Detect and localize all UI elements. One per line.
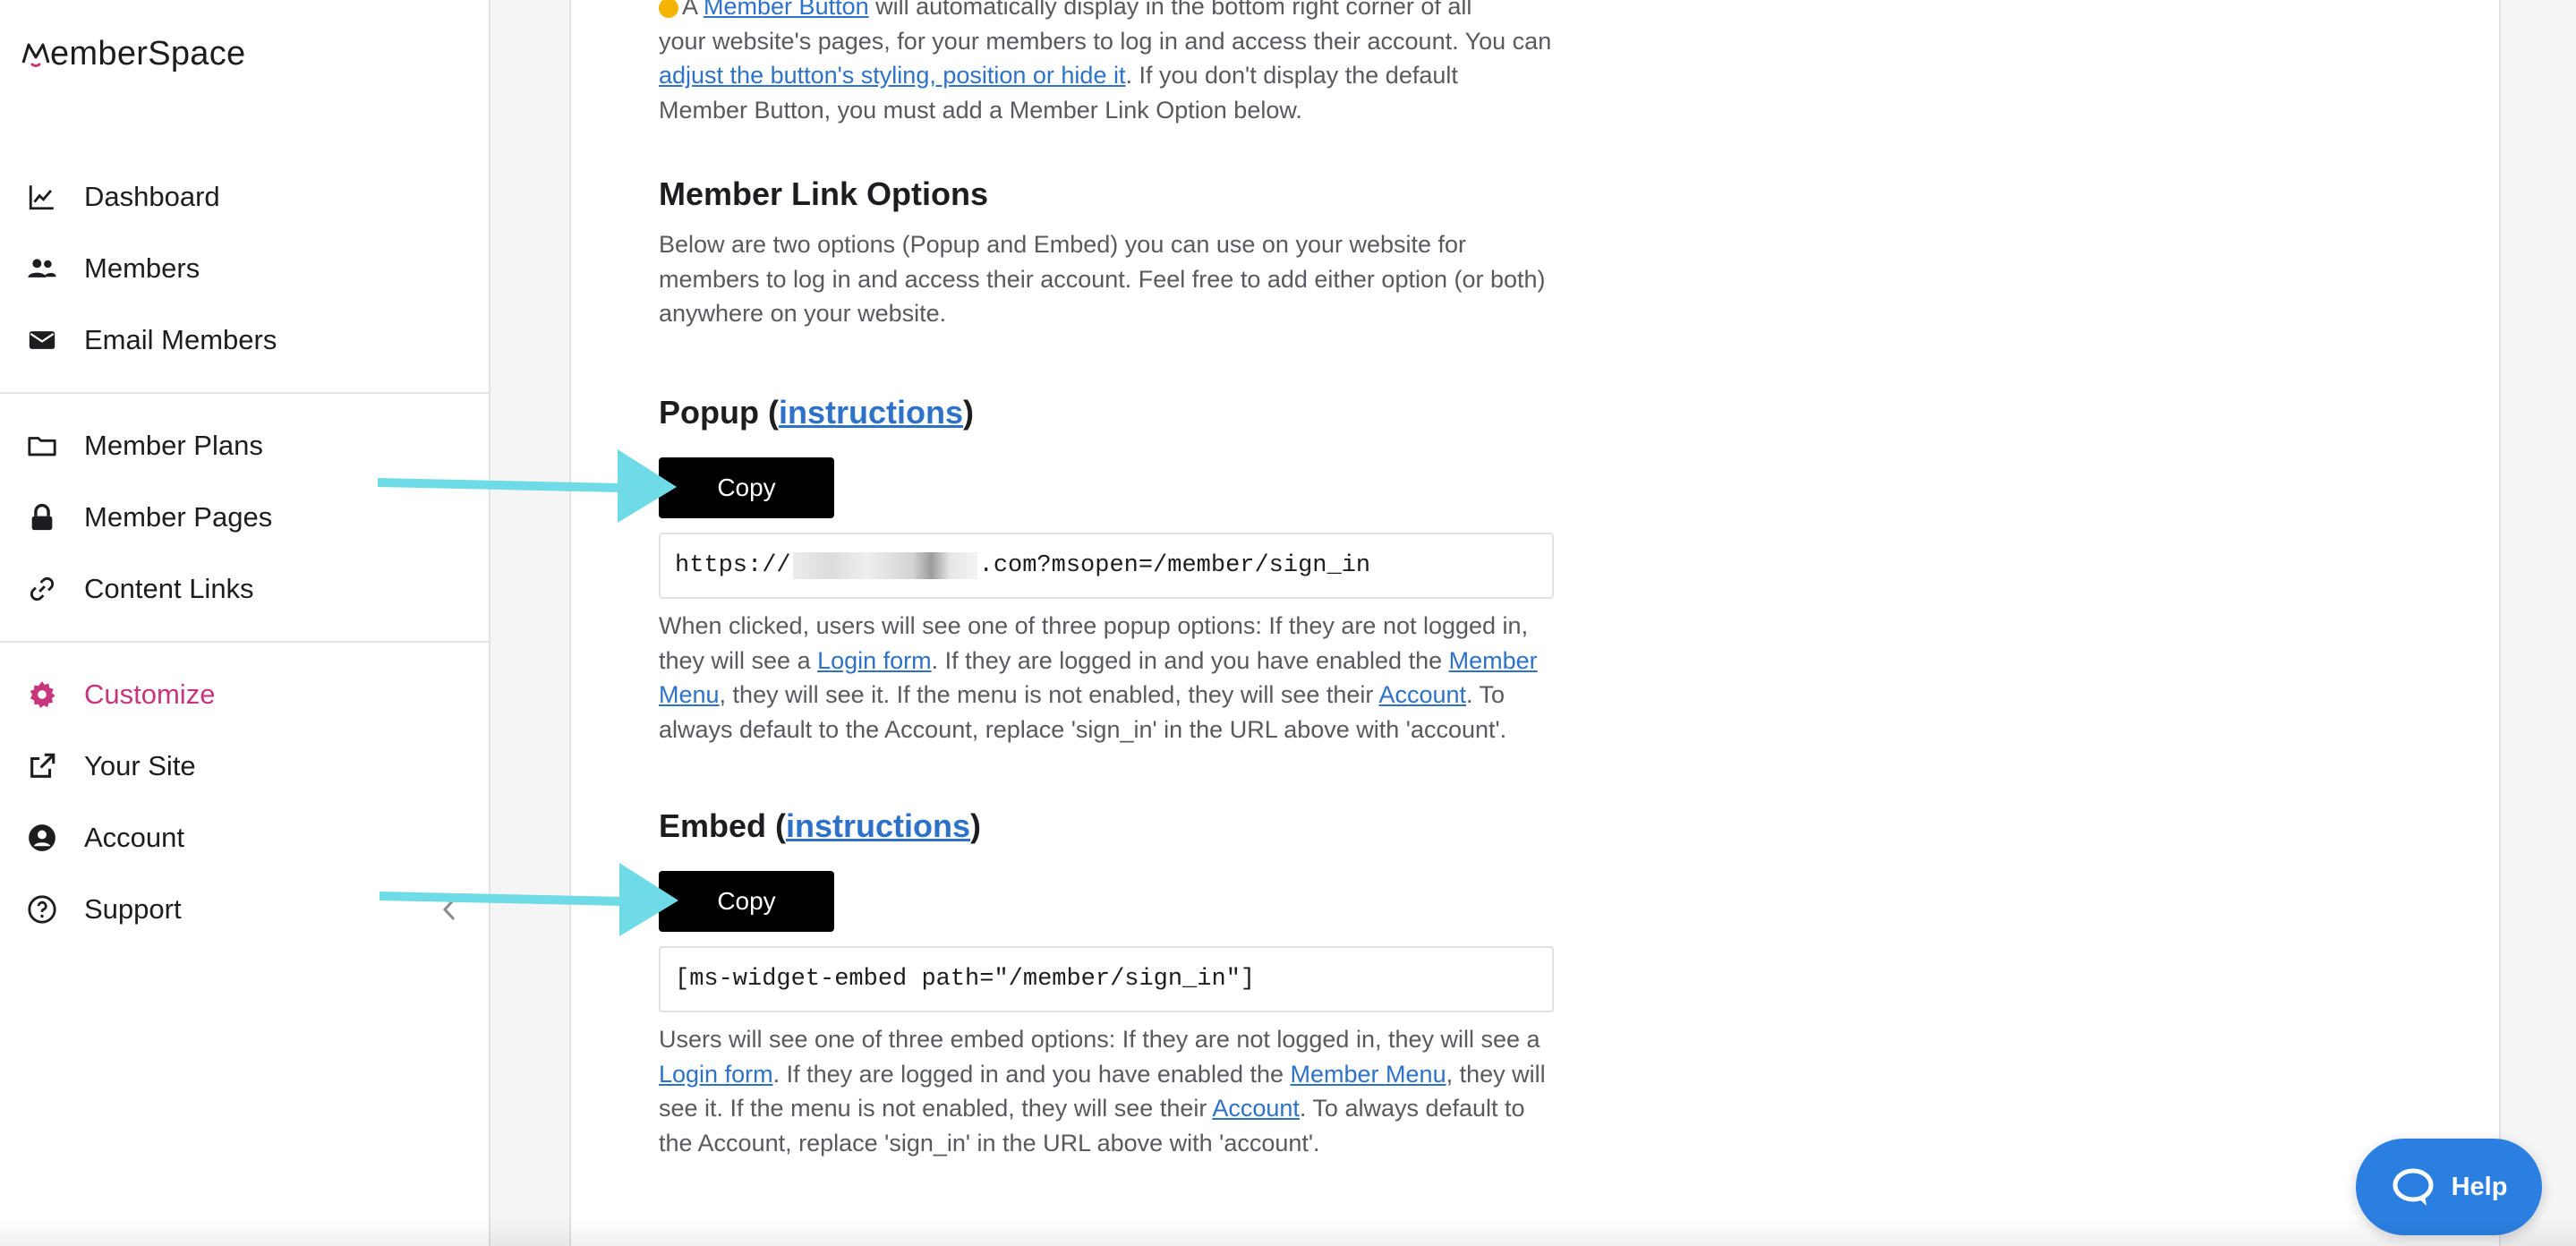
smile-emoji-icon [659,0,678,18]
sidebar-item-label: Account [84,822,185,853]
popup-url-field[interactable]: https:// .com?msopen=/member/sign_in [659,533,1554,599]
sidebar-item-label: Your Site [84,750,196,781]
envelope-icon [25,323,59,357]
embed-shortcode-field[interactable]: [ms-widget-embed path="/member/sign_in"] [659,946,1554,1012]
redacted-domain [792,552,977,579]
external-link-icon [25,749,59,783]
sidebar-item-label: Dashboard [84,181,220,212]
lock-icon [25,500,59,534]
sidebar-item-member-pages[interactable]: Member Pages [25,492,272,542]
sidebar-item-label: Members [84,252,200,284]
sidebar: emberSpace Dashboard Members Email Membe… [0,0,490,1246]
memberspace-logo[interactable]: emberSpace [21,32,245,75]
sidebar-item-members[interactable]: Members [25,243,200,294]
link-icon [25,572,59,606]
sidebar-divider [0,392,490,394]
member-link-options-heading: Member Link Options [659,175,989,212]
sidebar-item-label: Email Members [84,324,277,355]
user-circle-icon [25,821,59,855]
intro-text: A Member Button will automatically displ… [659,0,1554,127]
help-button[interactable]: Help [2356,1139,2542,1235]
chart-line-icon [25,180,59,214]
sidebar-item-label: Customize [84,678,216,710]
popup-description: When clicked, users will see one of thre… [659,612,1538,743]
embed-heading: Embed (instructions) [659,807,982,844]
sidebar-item-account[interactable]: Account [25,813,184,863]
sidebar-item-member-plans[interactable]: Member Plans [25,421,263,471]
users-icon [25,252,59,286]
sidebar-item-label: Member Plans [84,430,263,461]
memberspace-m-icon [21,43,50,67]
sidebar-item-label: Support [84,893,182,925]
sidebar-item-dashboard[interactable]: Dashboard [25,172,220,222]
sidebar-item-label: Member Pages [84,501,273,533]
member-button-link[interactable]: Member Button [704,0,869,20]
popup-heading: Popup (instructions) [659,394,974,431]
adjust-button-styling-link[interactable]: adjust the button's styling, position or… [659,62,1125,89]
popup-copy-button[interactable]: Copy [659,457,834,518]
sidebar-item-email-members[interactable]: Email Members [25,315,277,365]
embed-account-link[interactable]: Account [1212,1095,1300,1122]
question-circle-icon [25,892,59,926]
sidebar-item-customize[interactable]: Customize [25,670,215,720]
embed-instructions-link[interactable]: instructions [786,807,970,844]
embed-member-menu-link[interactable]: Member Menu [1291,1061,1446,1088]
embed-login-form-link[interactable]: Login form [659,1061,773,1088]
embed-copy-button[interactable]: Copy [659,871,834,932]
annotation-arrow-icon [378,449,677,523]
sidebar-divider [0,641,490,643]
popup-instructions-link[interactable]: instructions [779,394,963,431]
sidebar-item-label: Content Links [84,573,254,604]
sidebar-item-your-site[interactable]: Your Site [25,741,196,791]
popup-login-form-link[interactable]: Login form [817,647,932,674]
sidebar-item-content-links[interactable]: Content Links [25,564,254,614]
folder-icon [25,429,59,463]
chat-bubble-icon [2393,1168,2434,1206]
popup-account-link[interactable]: Account [1378,681,1466,708]
embed-description: Users will see one of three embed option… [659,1026,1546,1156]
help-label: Help [2451,1172,2508,1201]
sidebar-item-support[interactable]: Support [25,884,182,934]
gear-icon [25,678,59,712]
member-link-options-description: Below are two options (Popup and Embed) … [659,231,1546,327]
brand-name: emberSpace [50,34,246,73]
annotation-arrow-icon [380,863,678,936]
